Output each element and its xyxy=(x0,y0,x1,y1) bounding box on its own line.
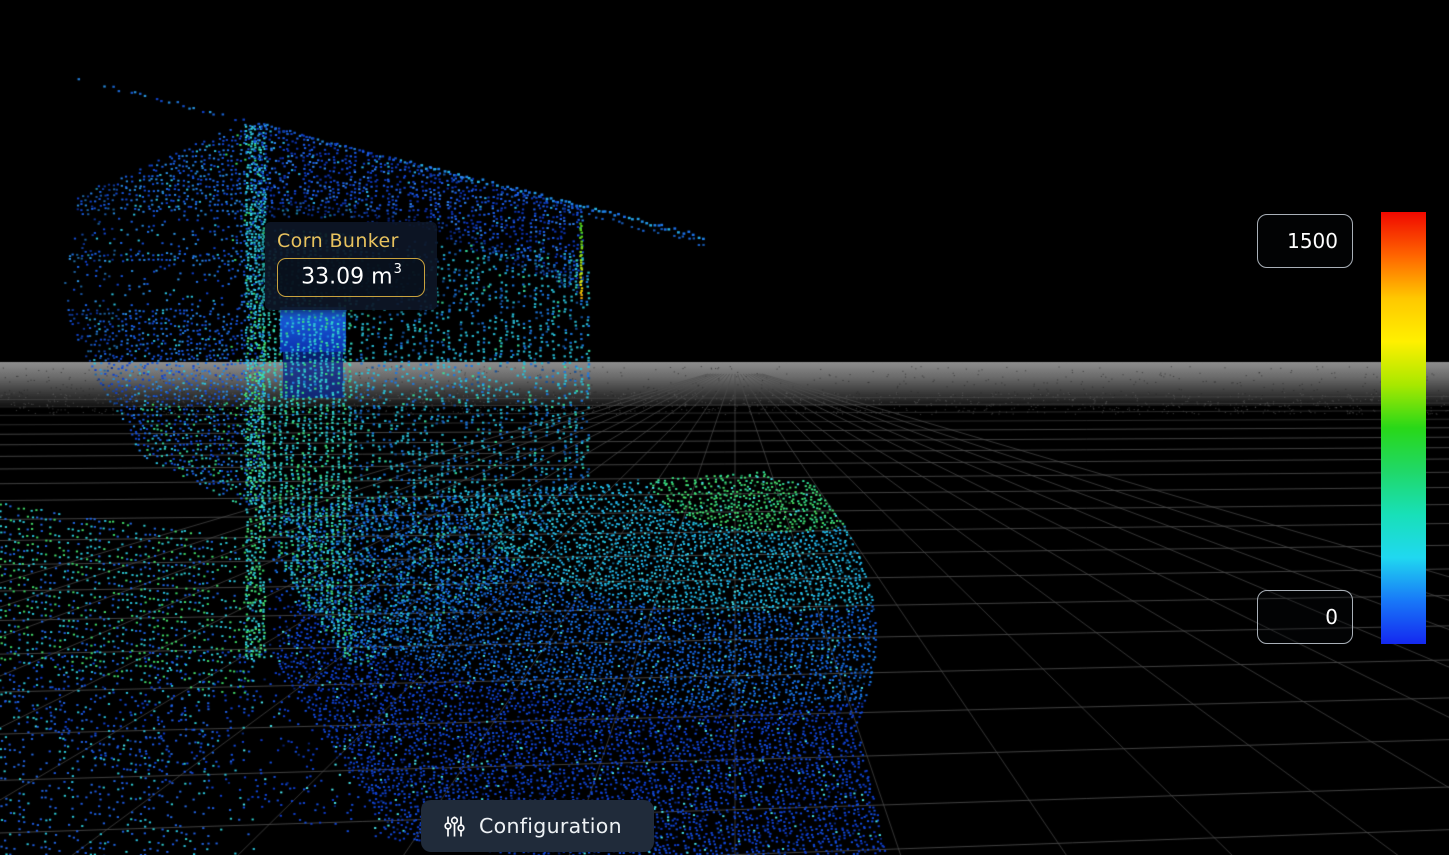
volume-exponent: 3 xyxy=(394,262,402,277)
height-colorbar xyxy=(1381,212,1426,644)
scale-max-input[interactable] xyxy=(1257,214,1353,268)
scale-min-input[interactable] xyxy=(1257,590,1353,644)
volume-readout: 33.09 m3 xyxy=(277,258,425,297)
volume-value: 33.09 xyxy=(301,264,364,289)
measurement-tooltip: Corn Bunker 33.09 m3 xyxy=(265,222,437,310)
sliders-icon xyxy=(444,815,465,838)
configuration-label: Configuration xyxy=(479,814,622,838)
tooltip-title: Corn Bunker xyxy=(277,230,425,252)
configuration-button[interactable]: Configuration xyxy=(421,800,654,852)
volume-unit: m xyxy=(371,264,392,289)
pointcloud-viewport[interactable]: Corn Bunker 33.09 m3 Configuration xyxy=(0,0,1449,855)
pointcloud-canvas[interactable] xyxy=(0,0,1449,855)
